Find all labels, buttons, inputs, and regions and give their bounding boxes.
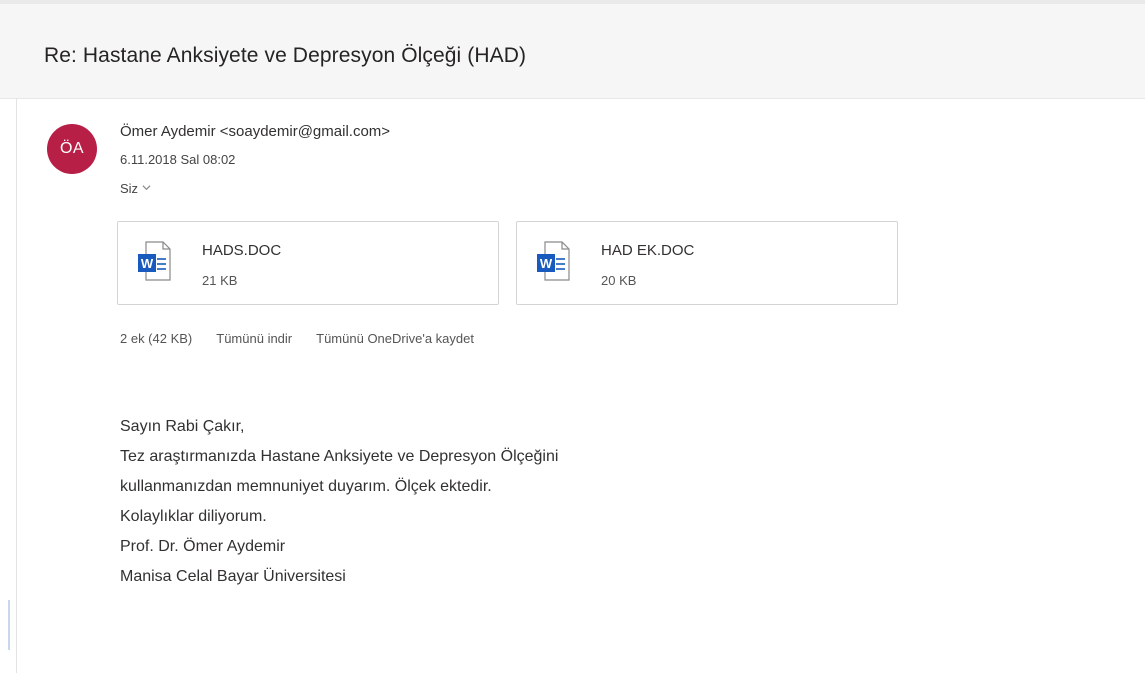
attachment-name: HAD EK.DOC: [601, 242, 695, 259]
left-divider: [16, 98, 17, 673]
save-to-onedrive-link[interactable]: Tümünü OneDrive'a kaydet: [316, 331, 474, 346]
sender-name[interactable]: Ömer Aydemir <soaydemir@gmail.com>: [120, 123, 390, 140]
word-doc-icon: W: [136, 240, 172, 284]
attachment-actions: 2 ek (42 KB) Tümünü indir Tümünü OneDriv…: [120, 331, 474, 346]
sender-avatar[interactable]: ÖA: [47, 124, 97, 174]
recipient-label: Siz: [120, 181, 139, 196]
body-line: Manisa Celal Bayar Üniversitesi: [120, 568, 346, 585]
body-line: kullanmanızdan memnuniyet duyarım. Ölçek…: [120, 478, 492, 495]
email-subject: Re: Hastane Anksiyete ve Depresyon Ölçeğ…: [44, 44, 527, 67]
download-all-link[interactable]: Tümünü indir: [216, 331, 292, 346]
body-line: Kolaylıklar diliyorum.: [120, 508, 267, 525]
body-line: Prof. Dr. Ömer Aydemir: [120, 538, 286, 555]
attachment-summary: 2 ek (42 KB): [120, 331, 193, 346]
subject-header: Re: Hastane Anksiyete ve Depresyon Ölçeğ…: [0, 4, 1145, 99]
attachment-card-hads[interactable]: W HADS.DOC 21 KB: [117, 221, 499, 305]
recipient-line: Siz: [120, 181, 151, 196]
scroll-indicator: [8, 600, 10, 650]
attachment-card-had-ek[interactable]: W HAD EK.DOC 20 KB: [516, 221, 898, 305]
email-reading-pane: Re: Hastane Anksiyete ve Depresyon Ölçeğ…: [0, 0, 1145, 673]
svg-text:W: W: [540, 256, 553, 271]
attachment-name: HADS.DOC: [202, 242, 282, 259]
attachment-size: 20 KB: [601, 273, 637, 288]
chevron-down-icon[interactable]: [142, 183, 151, 195]
attachment-size: 21 KB: [202, 273, 238, 288]
svg-text:W: W: [141, 256, 154, 271]
body-line: Sayın Rabi Çakır,: [120, 418, 245, 435]
word-doc-icon: W: [535, 240, 571, 284]
sent-date: 6.11.2018 Sal 08:02: [120, 152, 236, 167]
body-line: Tez araştırmanızda Hastane Anksiyete ve …: [120, 448, 559, 465]
email-body: Sayın Rabi Çakır, Tez araştırmanızda Has…: [120, 412, 558, 592]
